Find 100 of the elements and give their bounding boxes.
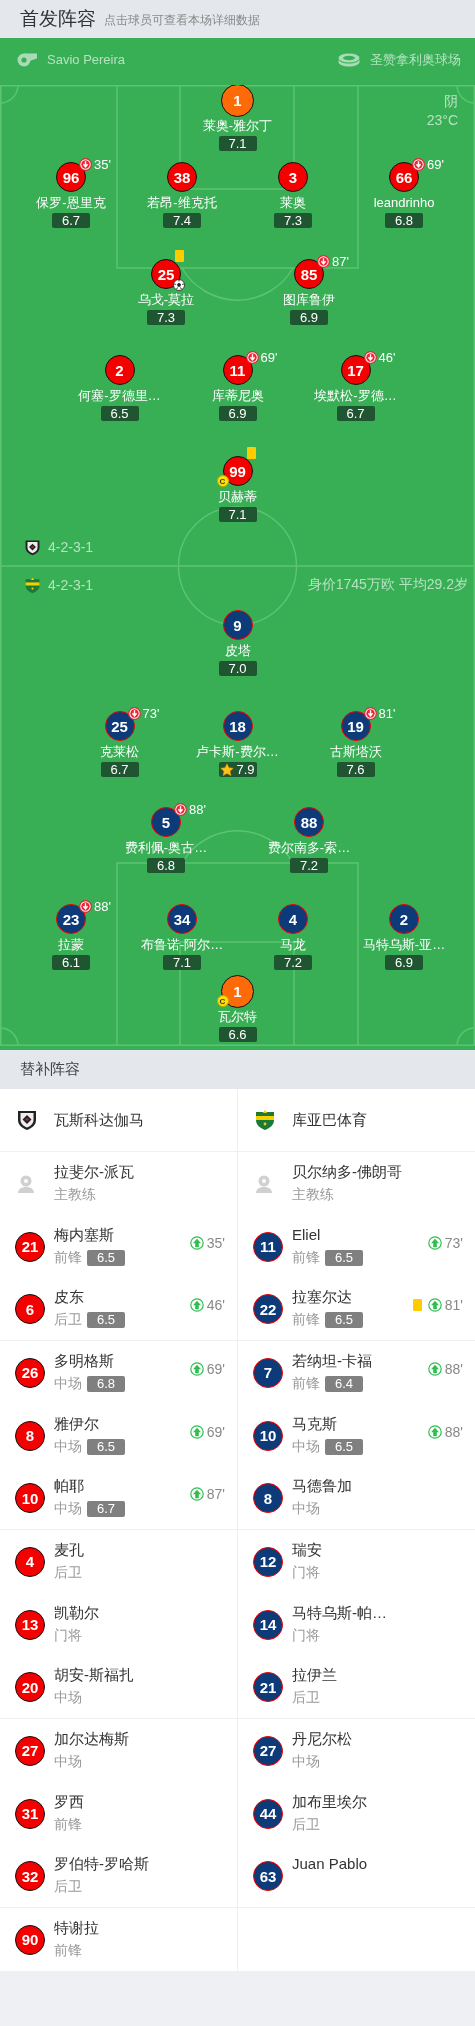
- shirt-number[interactable]: 8: [253, 1483, 283, 1513]
- substitution-minute: 69': [260, 350, 278, 365]
- shirt-number[interactable]: 27: [15, 1735, 45, 1766]
- team-name[interactable]: 库亚巴体育: [292, 1110, 367, 1130]
- captain-badge: C: [216, 475, 229, 487]
- player-name[interactable]: 胡安-斯福扎: [54, 1665, 134, 1685]
- player-name[interactable]: 马克斯: [292, 1413, 364, 1434]
- shirt-number[interactable]: 5: [151, 807, 181, 837]
- shirt-number[interactable]: 18: [222, 711, 253, 741]
- player-position: 门将: [292, 1563, 320, 1582]
- player-name[interactable]: 加尔达梅斯: [54, 1728, 129, 1749]
- shirt-number[interactable]: 66: [389, 162, 419, 192]
- shirt-number[interactable]: 2: [389, 904, 419, 934]
- shirt-number[interactable]: 10: [15, 1483, 45, 1513]
- player-name: 费尔南多-索…: [267, 840, 351, 856]
- substitution-minute: 81': [444, 1297, 463, 1313]
- shirt-number[interactable]: 17: [340, 355, 371, 385]
- coach-name: 贝尔纳多-佛朗哥: [292, 1161, 402, 1182]
- shirt-number[interactable]: 31: [15, 1798, 45, 1829]
- shirt-number[interactable]: 8: [15, 1420, 45, 1451]
- shirt-number[interactable]: 96: [56, 162, 86, 192]
- player-name[interactable]: 帕耶: [54, 1476, 126, 1496]
- shirt-number[interactable]: 14: [253, 1609, 283, 1640]
- player-name[interactable]: 麦孔: [54, 1539, 84, 1560]
- shirt-number[interactable]: 13: [15, 1609, 45, 1640]
- player-rating: 6.7: [346, 406, 365, 421]
- shirt-number[interactable]: 25: [151, 259, 181, 289]
- substitution-minute: 35': [206, 1234, 225, 1251]
- player-rating: 7.3: [156, 310, 176, 325]
- stadium-icon: [338, 51, 360, 68]
- shirt-number[interactable]: 20: [15, 1672, 45, 1702]
- shirt-number[interactable]: 90: [15, 1924, 45, 1955]
- player-name: 若昂-维克托: [147, 195, 217, 211]
- player-rating: 6.8: [156, 858, 176, 873]
- shirt-number[interactable]: 34: [167, 904, 197, 934]
- player-name[interactable]: 若纳坦-卡福: [292, 1350, 372, 1371]
- substitution-minute: 88': [94, 899, 111, 914]
- substitution-out-icon: [79, 158, 92, 171]
- team-name[interactable]: 瓦斯科达伽马: [54, 1110, 144, 1130]
- shirt-number[interactable]: 26: [15, 1357, 45, 1388]
- shirt-number[interactable]: 25: [104, 711, 135, 741]
- player-position: 后卫: [54, 1311, 82, 1329]
- shirt-number[interactable]: 44: [253, 1798, 283, 1829]
- shirt-number[interactable]: 11: [253, 1231, 283, 1262]
- player-position: 中场: [54, 1752, 82, 1771]
- player-name: 费利佩-奥古…: [124, 840, 208, 856]
- shirt-number[interactable]: 4: [278, 904, 308, 934]
- shirt-number[interactable]: 32: [15, 1861, 45, 1891]
- player-name[interactable]: 雅伊尔: [54, 1413, 126, 1434]
- player-name[interactable]: 多明格斯: [54, 1350, 126, 1371]
- player-rating: 7.6: [346, 762, 365, 777]
- shirt-number[interactable]: 23: [56, 904, 86, 934]
- stadium-name: 圣赞拿利奥球场: [370, 50, 461, 69]
- shirt-number[interactable]: 21: [15, 1231, 45, 1262]
- shirt-number[interactable]: 6: [15, 1294, 45, 1324]
- shirt-number[interactable]: 2: [104, 355, 135, 385]
- player-name[interactable]: Eliel: [292, 1224, 364, 1245]
- shirt-number[interactable]: 3: [278, 162, 308, 192]
- player-rating: 6.5: [87, 1312, 126, 1328]
- player-rating: 7.1: [228, 136, 247, 151]
- shirt-number[interactable]: 21: [253, 1672, 283, 1702]
- player-name[interactable]: 罗西: [54, 1791, 84, 1812]
- player-name[interactable]: 凯勒尔: [54, 1602, 99, 1623]
- player-position: 中场: [292, 1752, 320, 1771]
- player-name[interactable]: 拉伊兰: [292, 1665, 337, 1685]
- shirt-number[interactable]: 63: [253, 1861, 283, 1891]
- substitution-minute: 87': [206, 1486, 225, 1502]
- player-name: 马龙: [280, 937, 306, 953]
- player-name[interactable]: 特谢拉: [54, 1917, 99, 1938]
- substitution-out-icon: [174, 803, 187, 816]
- substitution-in-icon: [189, 1487, 204, 1501]
- shirt-number[interactable]: 4: [15, 1546, 45, 1577]
- shirt-number[interactable]: 10: [253, 1420, 283, 1451]
- shirt-number[interactable]: 27: [253, 1735, 283, 1766]
- player-name: 乌戈-莫拉: [137, 292, 195, 308]
- player-name[interactable]: 皮东: [54, 1287, 126, 1307]
- player-name[interactable]: 加布里埃尔: [292, 1791, 367, 1812]
- player-position: 后卫: [292, 1689, 320, 1707]
- shirt-number[interactable]: 9: [222, 610, 253, 640]
- shirt-number[interactable]: 22: [253, 1294, 283, 1324]
- shirt-number[interactable]: 38: [167, 162, 197, 192]
- player-name[interactable]: 瑞安: [292, 1539, 322, 1560]
- shirt-number[interactable]: 85: [294, 259, 324, 289]
- team-value-text: 身价1745万欧 平均29.2岁: [307, 576, 468, 594]
- shirt-number[interactable]: 19: [340, 711, 371, 741]
- player-name[interactable]: 罗伯特-罗哈斯: [54, 1854, 149, 1874]
- player-name: 卢卡斯-费尔…: [196, 744, 279, 760]
- shirt-number[interactable]: 7: [253, 1357, 283, 1388]
- player-name[interactable]: 马特乌斯-帕…: [292, 1602, 387, 1623]
- player-name[interactable]: Juan Pablo: [292, 1854, 368, 1874]
- player-name[interactable]: 拉塞尔达: [292, 1287, 364, 1307]
- substitution-minute: 88': [444, 1423, 463, 1440]
- player-name[interactable]: 丹尼尔松: [292, 1728, 352, 1749]
- shirt-number[interactable]: 11: [222, 355, 253, 385]
- weather-text: 阴: [443, 92, 458, 111]
- shirt-number[interactable]: 12: [253, 1546, 283, 1577]
- player-name[interactable]: 马德鲁加: [292, 1476, 352, 1496]
- player-rating: 7.3: [283, 213, 303, 228]
- shirt-number[interactable]: 88: [294, 807, 324, 837]
- player-name[interactable]: 梅内塞斯: [54, 1224, 126, 1245]
